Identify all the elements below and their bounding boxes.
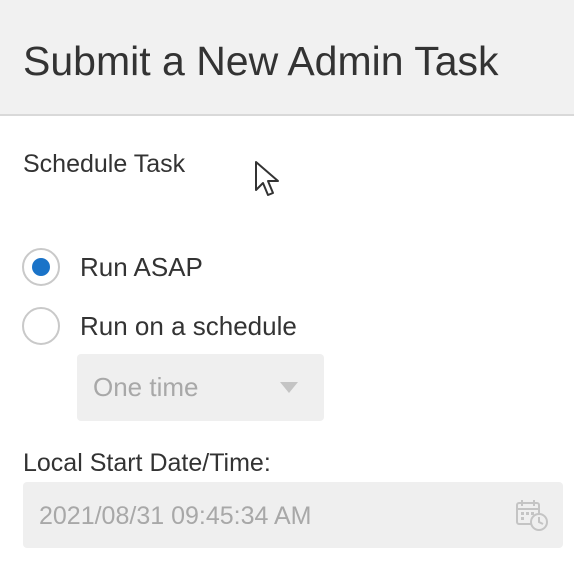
run-on-schedule-radio[interactable] — [22, 307, 60, 345]
run-on-schedule-option[interactable]: Run on a schedule — [22, 306, 297, 346]
run-asap-label: Run ASAP — [80, 251, 203, 282]
calendar-clock-icon[interactable] — [515, 498, 549, 532]
start-datetime-input[interactable]: 2021/08/31 09:45:34 AM — [23, 482, 563, 548]
mouse-pointer-icon — [255, 161, 279, 196]
dialog-header: Submit a New Admin Task — [0, 0, 574, 116]
frequency-selected-value: One time — [93, 372, 199, 402]
caret-down-icon — [280, 382, 298, 393]
run-asap-radio[interactable] — [22, 248, 60, 286]
run-asap-option[interactable]: Run ASAP — [22, 247, 203, 287]
dialog-title: Submit a New Admin Task — [23, 38, 499, 84]
frequency-select[interactable]: One time — [77, 354, 324, 421]
start-datetime-label: Local Start Date/Time: — [23, 449, 271, 477]
schedule-task-label: Schedule Task — [23, 150, 186, 178]
start-datetime-value: 2021/08/31 09:45:34 AM — [39, 502, 312, 530]
run-on-schedule-label: Run on a schedule — [80, 310, 297, 341]
